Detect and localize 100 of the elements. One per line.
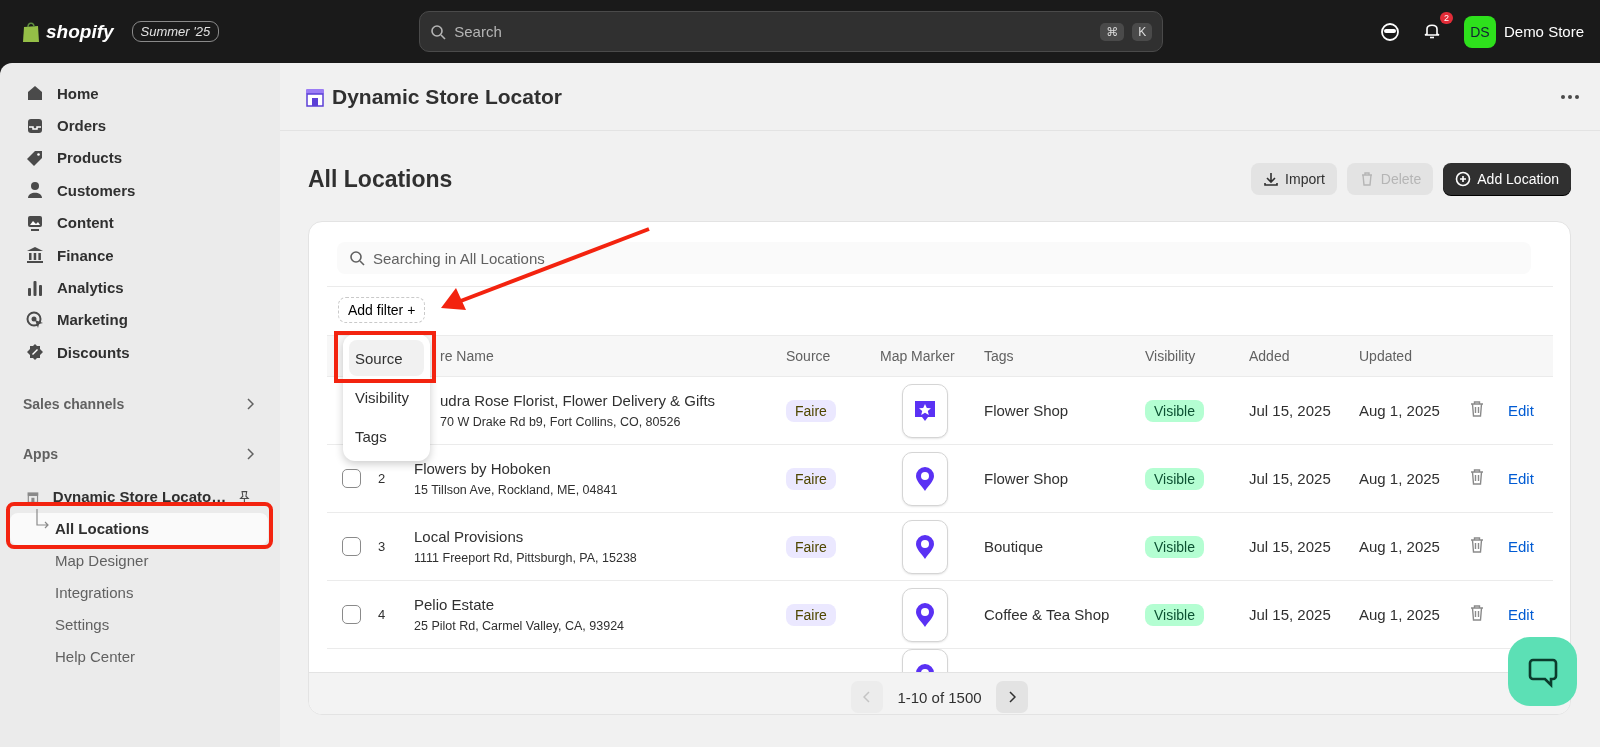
table-cell-text: Jul 15, 2025 <box>1249 470 1332 487</box>
bar-chart-icon <box>26 278 44 297</box>
next-page-button[interactable] <box>995 681 1028 713</box>
source-badge: Faire <box>786 399 836 422</box>
shortcut-key: ⌘ <box>1100 22 1125 41</box>
menu-item[interactable]: Source <box>349 340 424 376</box>
download-icon <box>1263 171 1280 187</box>
discount-icon <box>26 343 44 362</box>
search-field[interactable]: Search ⌘ K <box>419 11 1164 52</box>
section-header[interactable]: Sales channels <box>10 388 268 419</box>
table-cell-text: Aug 1, 2025 <box>1359 402 1441 419</box>
store-name: Local Provisions <box>414 528 525 545</box>
row-checkbox[interactable] <box>342 537 361 556</box>
page-title: All Locations <box>308 165 454 193</box>
chevron-left-icon <box>863 691 872 703</box>
bank-icon <box>26 246 44 265</box>
edit-link[interactable]: Edit <box>1508 402 1553 419</box>
nav-item[interactable]: Customers <box>10 174 268 207</box>
store-address: 1111 Freeport Rd, Pittsburgh, PA, 15238 <box>414 551 638 565</box>
search-field[interactable]: Searching in All Locations <box>337 242 1531 274</box>
subnav-item[interactable]: Help Center <box>10 640 268 673</box>
table-cell-text: Jul 15, 2025 <box>1249 606 1332 623</box>
add-filter-button[interactable]: Add filter + <box>338 297 426 323</box>
menu-item[interactable]: Visibility <box>349 379 424 415</box>
table-cell-text: Flower Shop <box>984 402 1070 419</box>
person-icon <box>26 181 44 200</box>
nav-item[interactable]: Analytics <box>10 271 268 304</box>
section-header[interactable]: Apps <box>10 438 268 469</box>
store-address: 25 Pilot Rd, Carmel Valley, CA, 93924 <box>414 619 626 633</box>
table-cell-text: Flower Shop <box>984 470 1070 487</box>
trash-icon[interactable] <box>1469 400 1485 418</box>
subnav-item[interactable]: Map Designer <box>10 544 268 577</box>
subnav-item[interactable]: All Locations <box>10 512 268 545</box>
store-avatar[interactable]: DS <box>1463 15 1496 48</box>
tag-icon <box>26 148 44 167</box>
trash-icon[interactable] <box>1469 536 1485 554</box>
nav-item[interactable]: Marketing <box>10 303 268 337</box>
column-header[interactable]: Visibility <box>1145 348 1249 364</box>
table-cell-text: Aug 1, 2025 <box>1359 538 1441 555</box>
column-header[interactable]: Map Marker <box>880 348 984 364</box>
table-cell-text: Boutique <box>984 538 1045 555</box>
source-badge: Faire <box>786 535 836 558</box>
store-address: 15 Tillson Ave, Rockland, ME, 04841 <box>414 483 619 497</box>
chevron-right-icon <box>246 397 254 410</box>
nav-item[interactable]: Content <box>10 206 268 239</box>
shortcut-key: K <box>1132 22 1153 41</box>
subnav-item[interactable]: Settings <box>10 608 268 641</box>
app-title: Dynamic Store Locator <box>332 84 563 109</box>
logo-text: shopify <box>46 20 114 43</box>
store-name: Pelio Estate <box>414 596 496 613</box>
add-button[interactable]: Add Location <box>1443 163 1571 195</box>
nav-item[interactable]: Home <box>10 77 268 110</box>
import-button[interactable]: Import <box>1251 163 1337 195</box>
menu-item[interactable]: Tags <box>349 418 424 454</box>
nav-item[interactable]: Products <box>10 141 268 175</box>
nav-item[interactable]: Discounts <box>10 336 268 369</box>
table-cell-text: Coffee & Tea Shop <box>984 606 1111 623</box>
chevron-right-icon <box>1007 691 1016 703</box>
bell-icon[interactable] <box>1423 21 1440 39</box>
table-cell-text: Aug 1, 2025 <box>1359 470 1441 487</box>
source-badge: Faire <box>786 603 836 626</box>
column-header[interactable]: Source <box>786 348 880 364</box>
edit-link[interactable]: Edit <box>1508 470 1553 487</box>
nav-item[interactable]: Orders <box>10 109 268 142</box>
trash-icon[interactable] <box>1469 468 1485 486</box>
elbow-arrow-icon <box>35 508 51 531</box>
visibility-badge: Visible <box>1145 399 1204 422</box>
table-cell-text: Jul 15, 2025 <box>1249 402 1332 419</box>
visibility-badge: Visible <box>1145 603 1204 626</box>
column-header[interactable]: Tags <box>984 348 1145 364</box>
inbox-icon <box>26 116 44 135</box>
row-checkbox[interactable] <box>342 469 361 488</box>
plus-circle-icon <box>1455 171 1472 187</box>
more-options-icon[interactable] <box>1560 93 1580 100</box>
subnav-item[interactable]: Integrations <box>10 576 268 609</box>
pin-icon[interactable] <box>239 488 250 505</box>
table-cell-text: Aug 1, 2025 <box>1359 606 1441 623</box>
column-header[interactable]: Updated <box>1359 348 1469 364</box>
store-name: udra Rose Florist, Flower Delivery & Gifts <box>440 392 717 409</box>
notification-count: 2 <box>1439 12 1453 24</box>
edit-link[interactable]: Edit <box>1508 538 1553 555</box>
row-number: 4 <box>378 607 387 622</box>
trash-icon[interactable] <box>1469 604 1485 622</box>
store-address: 70 W Drake Rd b9, Fort Collins, CO, 80526 <box>440 415 682 429</box>
edit-link[interactable]: Edit <box>1508 606 1553 623</box>
row-number: 3 <box>378 539 387 554</box>
search-icon <box>349 250 365 266</box>
home-icon <box>26 84 44 103</box>
app-name[interactable]: Dynamic Store Locato… <box>52 488 227 505</box>
store-name[interactable]: Demo Store <box>1503 23 1584 40</box>
edition-badge: Summer '25 <box>131 21 220 42</box>
visibility-badge: Visible <box>1145 535 1204 558</box>
page-range: 1-10 of 1500 <box>897 688 982 706</box>
search-icon <box>430 23 447 40</box>
nav-item[interactable]: Finance <box>10 238 268 272</box>
chat-button[interactable] <box>1508 637 1577 706</box>
shopping-bag-icon <box>22 20 40 43</box>
row-checkbox[interactable] <box>342 605 361 624</box>
store-name: Flowers by Hoboken <box>414 460 552 477</box>
column-header[interactable]: Added <box>1249 348 1359 364</box>
